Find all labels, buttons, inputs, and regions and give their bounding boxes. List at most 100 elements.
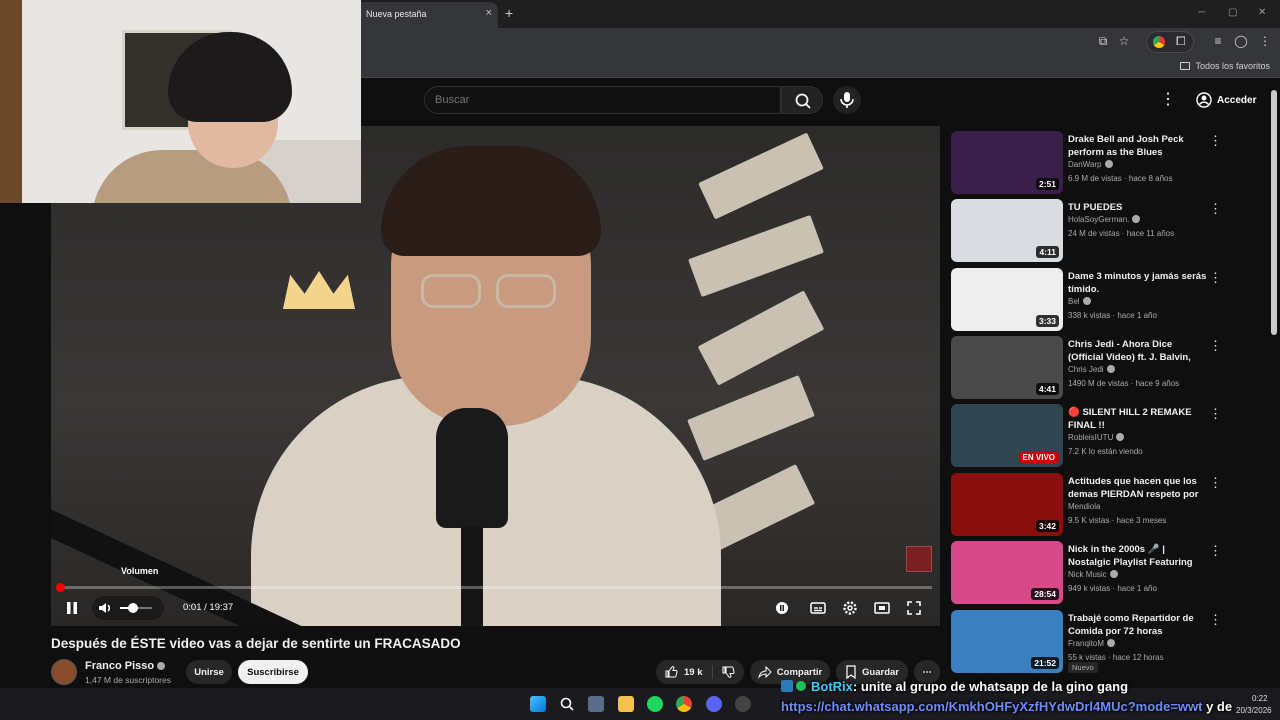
- chrome-icon[interactable]: [676, 696, 692, 712]
- recommendation-item[interactable]: 3:42 Actitudes que hacen que los demas P…: [951, 473, 1271, 537]
- media-control-icon[interactable]: ≡: [1210, 34, 1226, 48]
- tab-close-icon[interactable]: ×: [486, 7, 492, 19]
- install-app-icon[interactable]: ⧉: [1095, 34, 1111, 49]
- more-options-icon[interactable]: ⋮: [1209, 543, 1222, 559]
- recommendation-item[interactable]: EN VIVO 🔴 SILENT HILL 2 REMAKE FINAL !! …: [951, 404, 1271, 468]
- file-explorer-icon[interactable]: [618, 696, 634, 712]
- verified-icon: [1132, 215, 1141, 223]
- signin-button[interactable]: Acceder: [1190, 88, 1262, 112]
- recommendation-channel: RobleisIUTU: [1068, 433, 1125, 442]
- recommendation-item[interactable]: 28:54 Nick in the 2000s 🎤 | Nostalgic Pl…: [951, 541, 1271, 605]
- recommendation-meta: 949 k vistas · hace 1 año: [1068, 584, 1157, 593]
- video-thumbnail[interactable]: 3:33: [951, 268, 1063, 331]
- channel-text: Nick Music: [1068, 570, 1107, 579]
- video-thumbnail[interactable]: 2:51: [951, 131, 1063, 194]
- recommendation-title[interactable]: Actitudes que hacen que los demas PIERDA…: [1068, 475, 1208, 501]
- minimize-icon[interactable]: ─: [1198, 7, 1205, 18]
- obs-icon[interactable]: [735, 696, 751, 712]
- recommendation-title[interactable]: Drake Bell and Josh Peck perform as the …: [1068, 133, 1208, 159]
- close-window-icon[interactable]: ✕: [1258, 7, 1266, 18]
- video-thumbnail[interactable]: 21:52: [951, 610, 1063, 673]
- chat-username: BotRix: [811, 679, 853, 694]
- extension-icon[interactable]: [1153, 36, 1165, 48]
- more-options-icon[interactable]: ⋮: [1209, 270, 1222, 286]
- video-thumbnail[interactable]: 4:11: [951, 199, 1063, 262]
- bot-icon: [781, 680, 793, 692]
- channel-text: Bel: [1068, 297, 1080, 306]
- subtitles-icon[interactable]: [809, 599, 827, 617]
- autoplay-toggle-icon[interactable]: [773, 599, 791, 617]
- settings-menu-icon[interactable]: ⋮: [1160, 90, 1176, 110]
- theater-mode-icon[interactable]: [873, 599, 891, 617]
- browser-tab[interactable]: Nueva pestaña ×: [356, 2, 498, 28]
- progress-bar[interactable]: [60, 586, 932, 589]
- new-tab-icon[interactable]: +: [505, 5, 513, 21]
- more-options-icon[interactable]: ⋮: [1209, 201, 1222, 217]
- more-options-icon[interactable]: ⋮: [1209, 475, 1222, 491]
- more-options-icon[interactable]: ⋮: [1209, 338, 1222, 354]
- all-bookmarks-link[interactable]: Todos los favoritos: [1180, 61, 1270, 71]
- recommendation-item[interactable]: 4:41 Chris Jedi - Ahora Dice (Official V…: [951, 336, 1271, 400]
- video-thumbnail[interactable]: EN VIVO: [951, 404, 1063, 467]
- spotify-icon[interactable]: [647, 696, 663, 712]
- thumbs-up-icon: [665, 666, 678, 678]
- volume-knob[interactable]: [128, 603, 138, 613]
- extensions-group[interactable]: ⧠: [1146, 31, 1194, 53]
- fullscreen-icon[interactable]: [905, 599, 923, 617]
- volume-icon[interactable]: [96, 599, 114, 617]
- more-options-icon[interactable]: ⋮: [1209, 406, 1222, 422]
- pause-icon[interactable]: [63, 599, 81, 617]
- recommendation-title[interactable]: Dame 3 minutos y jamás serás tímido.: [1068, 270, 1208, 296]
- bookmark-star-icon[interactable]: ☆: [1116, 34, 1132, 48]
- maximize-icon[interactable]: ▢: [1228, 7, 1237, 18]
- recommendation-title[interactable]: Nick in the 2000s 🎤 | Nostalgic Playlist…: [1068, 543, 1208, 569]
- clock-date: 20/3/2026: [1236, 706, 1272, 715]
- recommendation-title[interactable]: TU PUEDES: [1068, 201, 1208, 214]
- video-thumbnail[interactable]: 3:42: [951, 473, 1063, 536]
- recommendation-meta: 7.2 K lo están viendo: [1068, 447, 1143, 456]
- more-options-icon[interactable]: ⋮: [1209, 133, 1222, 149]
- recommendation-title[interactable]: Trabajé como Repartidor de Comida por 72…: [1068, 612, 1208, 638]
- like-divider: [712, 665, 713, 679]
- chat-link[interactable]: https://chat.whatsapp.com/KmkhOHFyXzfHYd…: [781, 699, 1202, 714]
- search-input[interactable]: [425, 87, 780, 113]
- puzzle-icon[interactable]: ⧠: [1176, 34, 1186, 49]
- page-scrollbar[interactable]: [1271, 90, 1277, 335]
- recommendation-item[interactable]: 2:51 Drake Bell and Josh Peck perform as…: [951, 131, 1271, 195]
- recommendation-channel: DanWarp: [1068, 160, 1113, 169]
- verified-icon: [1082, 297, 1091, 305]
- voice-search-button[interactable]: [833, 86, 861, 114]
- verified-icon: [1107, 639, 1116, 647]
- profile-icon[interactable]: ◯: [1233, 34, 1249, 48]
- discord-icon[interactable]: [706, 696, 722, 712]
- join-button[interactable]: Unirse: [186, 660, 232, 684]
- task-view-icon[interactable]: [588, 696, 604, 712]
- recommendation-title[interactable]: Chris Jedi - Ahora Dice (Official Video)…: [1068, 338, 1208, 364]
- folder-icon: [1180, 62, 1191, 70]
- dislike-button[interactable]: [716, 660, 740, 684]
- recommendation-item[interactable]: 3:33 Dame 3 minutos y jamás serás tímido…: [951, 268, 1271, 332]
- door: [0, 0, 22, 203]
- search-box[interactable]: [424, 86, 781, 114]
- settings-gear-icon[interactable]: [841, 599, 859, 617]
- browser-menu-icon[interactable]: ⋮: [1257, 34, 1273, 48]
- channel-avatar[interactable]: [51, 659, 77, 685]
- recommendation-item[interactable]: 4:11 TU PUEDES HolaSoyGerman. 24 M de vi…: [951, 199, 1271, 263]
- search-button[interactable]: [781, 86, 823, 114]
- search-icon[interactable]: [559, 696, 575, 712]
- time-display: 0:01 / 19:37: [183, 602, 234, 613]
- recommendation-item[interactable]: 21:52 Trabajé como Repartidor de Comida …: [951, 610, 1271, 674]
- recommendation-title[interactable]: 🔴 SILENT HILL 2 REMAKE FINAL !!: [1068, 406, 1208, 432]
- recommendation-channel: Chris Jedi: [1068, 365, 1115, 374]
- duration-badge: 3:42: [1035, 520, 1059, 532]
- video-thumbnail[interactable]: 4:41: [951, 336, 1063, 399]
- video-thumbnail[interactable]: 28:54: [951, 541, 1063, 604]
- start-icon[interactable]: [530, 696, 546, 712]
- chat-text-tail: y de: [1202, 699, 1233, 714]
- recommendation-channel: HolaSoyGerman.: [1068, 215, 1141, 224]
- channel-name[interactable]: Franco Pisso: [85, 660, 166, 672]
- duration-badge: 4:11: [1036, 246, 1059, 258]
- progress-scrubber[interactable]: [56, 583, 65, 592]
- more-options-icon[interactable]: ⋮: [1209, 612, 1222, 628]
- subscribe-button[interactable]: Suscribirse: [238, 660, 308, 684]
